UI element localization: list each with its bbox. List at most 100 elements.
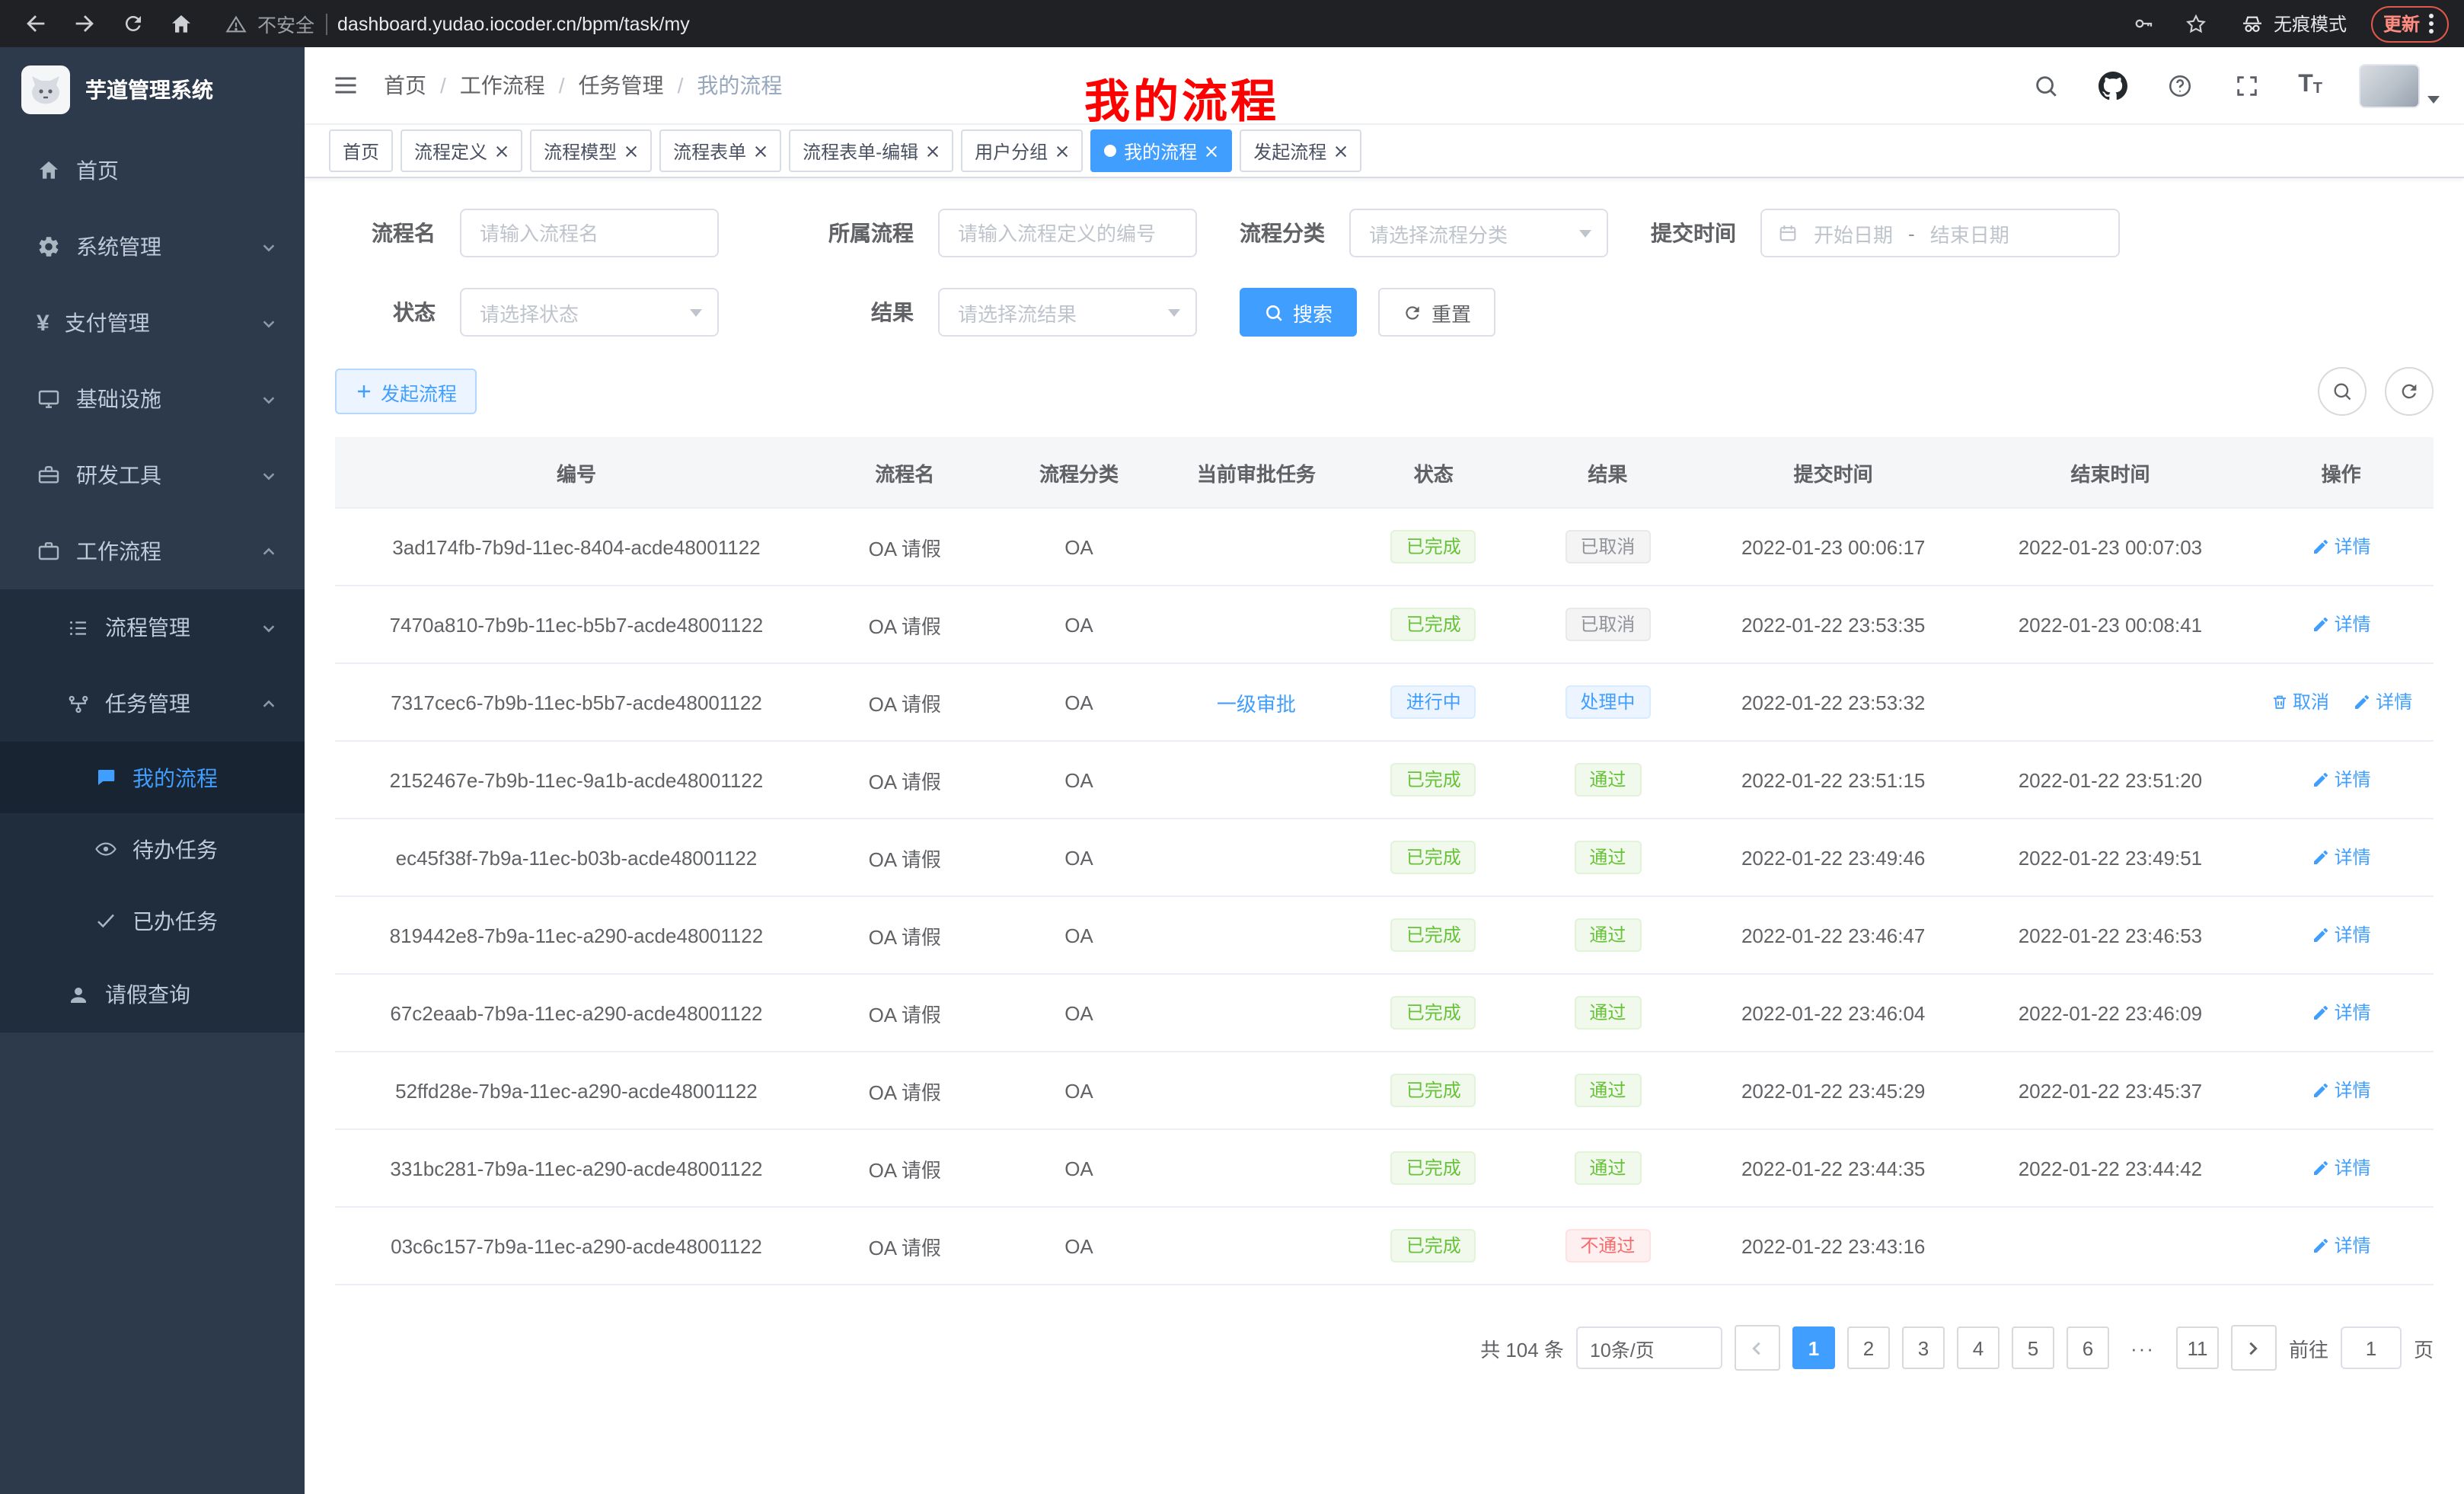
- fullscreen-icon[interactable]: [2231, 70, 2261, 101]
- filter-submit-time: 提交时间 开始日期 - 结束日期: [1651, 209, 2120, 257]
- sidebar-item-todo-tasks[interactable]: 待办任务: [0, 813, 305, 885]
- tab[interactable]: 我的流程: [1090, 129, 1232, 172]
- update-button[interactable]: 更新: [2371, 5, 2449, 42]
- page-button[interactable]: 11: [2176, 1326, 2219, 1369]
- sidebar-item-leave-query[interactable]: 请假查询: [0, 956, 305, 1033]
- sidebar-item-workflow[interactable]: 工作流程: [0, 513, 305, 589]
- tab[interactable]: 发起流程: [1240, 129, 1361, 172]
- tab-close-icon[interactable]: [1205, 144, 1218, 158]
- reset-button[interactable]: 重置: [1378, 288, 1495, 337]
- process-name-input[interactable]: [460, 209, 719, 257]
- result-select[interactable]: 请选择流结果: [938, 288, 1197, 337]
- goto-page-input[interactable]: [2341, 1326, 2402, 1369]
- cell-result: 通过: [1521, 1129, 1695, 1207]
- breadcrumb-task-mgmt[interactable]: 任务管理: [579, 70, 664, 101]
- current-task-link[interactable]: 一级审批: [1217, 692, 1296, 715]
- browser-back-icon[interactable]: [15, 4, 55, 43]
- breadcrumb-workflow[interactable]: 工作流程: [460, 70, 545, 101]
- user-menu[interactable]: [2359, 63, 2440, 107]
- page-button[interactable]: 4: [1957, 1326, 2000, 1369]
- tab-close-icon[interactable]: [1334, 144, 1348, 158]
- tab-close-icon[interactable]: [495, 144, 509, 158]
- tab-close-icon[interactable]: [624, 144, 638, 158]
- cell-actions: 详情: [2249, 974, 2434, 1052]
- page-button[interactable]: ···: [2121, 1326, 2164, 1369]
- sidebar-item-system-mgmt[interactable]: 系统管理: [0, 209, 305, 285]
- browser-forward-icon[interactable]: [64, 4, 104, 43]
- next-page-button[interactable]: [2231, 1325, 2277, 1371]
- cell-result: 不通过: [1521, 1207, 1695, 1285]
- cancel-action[interactable]: 取消: [2270, 689, 2329, 715]
- tab[interactable]: 用户分组: [961, 129, 1083, 172]
- result-badge: 通过: [1574, 841, 1641, 874]
- status-badge: 已完成: [1391, 841, 1476, 874]
- sidebar-item-infrastructure[interactable]: 基础设施: [0, 361, 305, 437]
- tab[interactable]: 首页: [329, 129, 393, 172]
- detail-action[interactable]: 详情: [2312, 767, 2371, 793]
- page-size-select[interactable]: 10条/页: [1576, 1326, 1722, 1369]
- tab[interactable]: 流程定义: [401, 129, 522, 172]
- tab-close-icon[interactable]: [1055, 144, 1069, 158]
- cell-process-name: OA 请假: [818, 741, 992, 819]
- cell-end-time: 2022-01-22 23:51:20: [1972, 741, 2249, 819]
- prev-page-button[interactable]: [1735, 1325, 1780, 1371]
- process-definition-input[interactable]: [938, 209, 1197, 257]
- status-select[interactable]: 请选择状态: [460, 288, 719, 337]
- help-icon[interactable]: [2164, 70, 2194, 101]
- detail-action[interactable]: 详情: [2312, 922, 2371, 948]
- category-select[interactable]: 请选择流程分类: [1349, 209, 1608, 257]
- sidebar-item-dev-tools[interactable]: 研发工具: [0, 437, 305, 513]
- address-bar[interactable]: 不安全 dashboard.yudao.iocoder.cn/bpm/task/…: [210, 4, 2115, 43]
- detail-action[interactable]: 详情: [2312, 1000, 2371, 1026]
- status-badge: 已完成: [1391, 996, 1476, 1030]
- create-process-button[interactable]: 发起流程: [335, 369, 477, 414]
- cell-actions: 详情: [2249, 819, 2434, 896]
- detail-action[interactable]: 详情: [2312, 1233, 2371, 1259]
- detail-action[interactable]: 详情: [2312, 1077, 2371, 1103]
- cell-current-task: [1166, 974, 1346, 1052]
- sidebar-item-task-mgmt[interactable]: 任务管理: [0, 666, 305, 742]
- sidebar-item-done-tasks[interactable]: 已办任务: [0, 885, 305, 956]
- detail-action[interactable]: 详情: [2312, 611, 2371, 637]
- reset-icon: [1403, 302, 1422, 322]
- detail-action[interactable]: 详情: [2353, 689, 2412, 715]
- cell-process-name: OA 请假: [818, 1052, 992, 1129]
- tab[interactable]: 流程模型: [530, 129, 652, 172]
- status-badge: 已完成: [1391, 1229, 1476, 1263]
- status-badge: 已完成: [1391, 918, 1476, 952]
- github-icon[interactable]: [2097, 70, 2127, 101]
- hide-search-icon[interactable]: [2318, 367, 2367, 416]
- detail-action[interactable]: 详情: [2312, 534, 2371, 560]
- tab[interactable]: 流程表单-编辑: [789, 129, 953, 172]
- refresh-table-icon[interactable]: [2385, 367, 2434, 416]
- font-size-icon[interactable]: TT: [2298, 73, 2322, 97]
- sidebar-toggle-icon[interactable]: [329, 69, 362, 102]
- page-button[interactable]: 6: [2067, 1326, 2109, 1369]
- browser-menu-icon[interactable]: [2426, 14, 2437, 34]
- tab-close-icon[interactable]: [926, 144, 940, 158]
- password-key-icon[interactable]: [2124, 4, 2164, 43]
- tab[interactable]: 流程表单: [659, 129, 781, 172]
- page-button[interactable]: 5: [2012, 1326, 2054, 1369]
- sidebar-item-home[interactable]: 首页: [0, 132, 305, 209]
- detail-action[interactable]: 详情: [2312, 844, 2371, 870]
- result-placeholder: 请选择流结果: [958, 298, 1077, 327]
- page-button[interactable]: 2: [1847, 1326, 1890, 1369]
- search-icon[interactable]: [2030, 70, 2060, 101]
- page-button[interactable]: 3: [1902, 1326, 1945, 1369]
- submit-time-range-picker[interactable]: 开始日期 - 结束日期: [1760, 209, 2120, 257]
- address-divider: [325, 13, 327, 34]
- sidebar-item-payment-mgmt[interactable]: ¥ 支付管理: [0, 285, 305, 361]
- detail-action[interactable]: 详情: [2312, 1155, 2371, 1181]
- sidebar-item-process-mgmt[interactable]: 流程管理: [0, 589, 305, 666]
- browser-home-icon[interactable]: [161, 4, 201, 43]
- page-button[interactable]: 1: [1792, 1326, 1835, 1369]
- bookmark-star-icon[interactable]: [2176, 4, 2216, 43]
- sidebar-item-my-process[interactable]: 我的流程: [0, 742, 305, 813]
- search-button[interactable]: 搜索: [1240, 288, 1357, 337]
- breadcrumb-home[interactable]: 首页: [384, 70, 426, 101]
- browser-refresh-icon[interactable]: [113, 4, 152, 43]
- tab-close-icon[interactable]: [754, 144, 768, 158]
- avatar[interactable]: [2359, 63, 2420, 107]
- table-row: 331bc281-7b9a-11ec-a290-acde48001122 OA …: [335, 1129, 2434, 1207]
